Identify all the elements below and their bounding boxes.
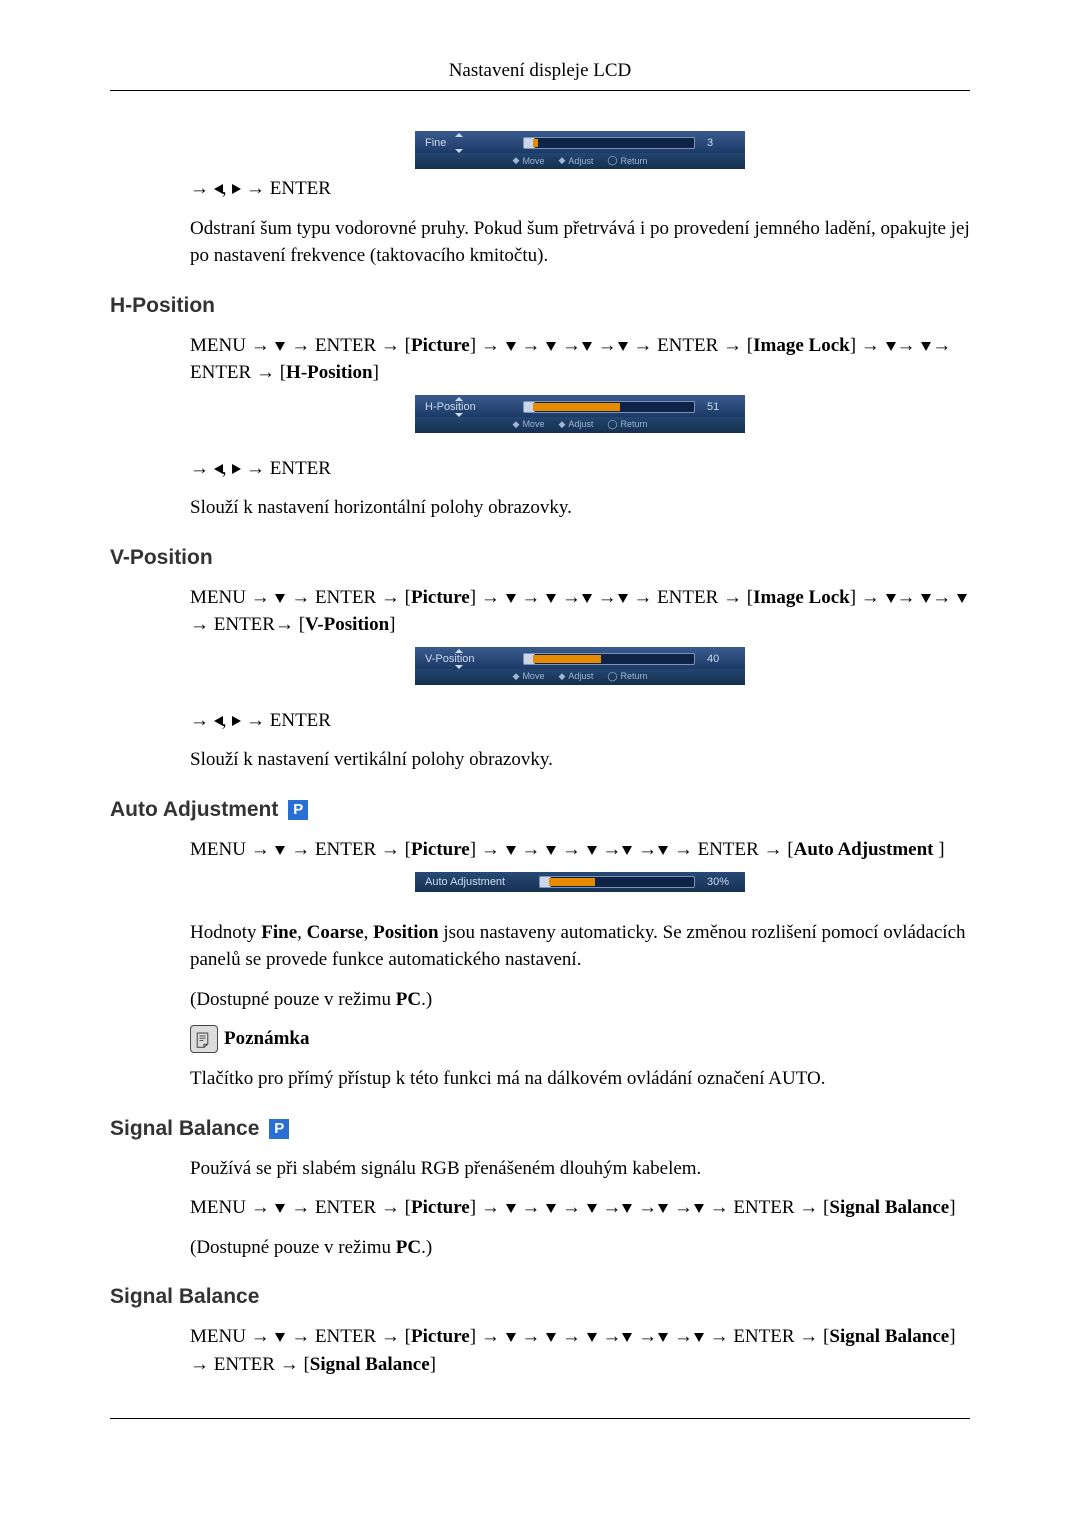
osd-vpos-value: 40 bbox=[707, 653, 735, 665]
osd-fine-label: Fine bbox=[425, 137, 511, 149]
auto-note-body: Tlačítko pro přímý přístup k této funkci… bbox=[190, 1065, 970, 1093]
sig1-nav-path: MENU → → ENTER → [Picture] → → → → → → →… bbox=[190, 1194, 970, 1222]
heading-signal-balance-1: Signal Balance P bbox=[110, 1117, 970, 1141]
osd-vpos-label: V-Position bbox=[425, 653, 511, 665]
vpos-nav-path: MENU → → ENTER → [Picture] → → → → → ENT… bbox=[190, 584, 970, 639]
vpos-description: Slouží k nastavení vertikální polohy obr… bbox=[190, 746, 970, 774]
hpos-description: Slouží k nastavení horizontální polohy o… bbox=[190, 494, 970, 522]
osd-hpos: H-Position 51 ◆ Move ◆ Adjust ◯ Return bbox=[415, 395, 745, 433]
osd-auto-slider bbox=[539, 876, 695, 888]
osd-auto-value: 30% bbox=[707, 876, 735, 888]
pc-mode-badge-icon: P bbox=[288, 800, 308, 820]
note-icon bbox=[190, 1025, 218, 1053]
heading-auto-adjustment: Auto Adjustment P bbox=[110, 798, 970, 822]
osd-fine-value: 3 bbox=[707, 137, 735, 149]
osd-fine: Fine 3 ◆ Move ◆ Adjust ◯ Return bbox=[415, 131, 745, 169]
auto-nav-path: MENU → → ENTER → [Picture] → → → → → → E… bbox=[190, 836, 970, 864]
page-header-title: Nastavení displeje LCD bbox=[110, 60, 970, 82]
osd-hpos-slider bbox=[523, 401, 695, 413]
sig1-description: Používá se při slabém signálu RGB přenáš… bbox=[190, 1155, 970, 1183]
osd-hint-bar: ◆ Move ◆ Adjust ◯ Return bbox=[415, 669, 745, 685]
note-label: Poznámka bbox=[224, 1028, 310, 1050]
triangle-right-icon bbox=[232, 184, 241, 194]
vpos-arrow-enter: → , → ENTER bbox=[190, 707, 970, 735]
auto-description: Hodnoty Fine, Coarse, Position jsou nast… bbox=[190, 919, 970, 974]
header-rule bbox=[110, 90, 970, 91]
sig1-availability: (Dostupné pouze v režimu PC.) bbox=[190, 1234, 970, 1262]
fine-description: Odstraní šum typu vodorovné pruhy. Pokud… bbox=[190, 215, 970, 270]
auto-availability: (Dostupné pouze v režimu PC.) bbox=[190, 986, 970, 1014]
triangle-down-icon bbox=[275, 342, 285, 351]
osd-vpos-slider bbox=[523, 653, 695, 665]
footer-rule bbox=[110, 1418, 970, 1419]
heading-v-position: V-Position bbox=[110, 546, 970, 570]
osd-hpos-label: H-Position bbox=[425, 401, 511, 413]
pc-mode-badge-icon: P bbox=[269, 1119, 289, 1139]
osd-vpos: V-Position 40 ◆ Move ◆ Adjust ◯ Return bbox=[415, 647, 745, 685]
osd-hint-bar: ◆ Move ◆ Adjust ◯ Return bbox=[415, 153, 745, 169]
hpos-nav-path: MENU → → ENTER → [Picture] → → → → → ENT… bbox=[190, 332, 970, 387]
osd-auto: Auto Adjustment 30% bbox=[415, 872, 745, 907]
note-row: Poznámka bbox=[190, 1025, 970, 1053]
hpos-arrow-enter: → , → ENTER bbox=[190, 455, 970, 483]
sig2-nav-path: MENU → → ENTER → [Picture] → → → → → → →… bbox=[190, 1323, 970, 1378]
osd-fine-slider bbox=[523, 137, 695, 149]
osd-hpos-value: 51 bbox=[707, 401, 735, 413]
fine-arrow-enter: → , → ENTER bbox=[190, 175, 970, 203]
osd-hint-bar: ◆ Move ◆ Adjust ◯ Return bbox=[415, 417, 745, 433]
heading-signal-balance-2: Signal Balance bbox=[110, 1285, 970, 1309]
osd-auto-label: Auto Adjustment bbox=[425, 876, 527, 888]
heading-h-position: H-Position bbox=[110, 294, 970, 318]
